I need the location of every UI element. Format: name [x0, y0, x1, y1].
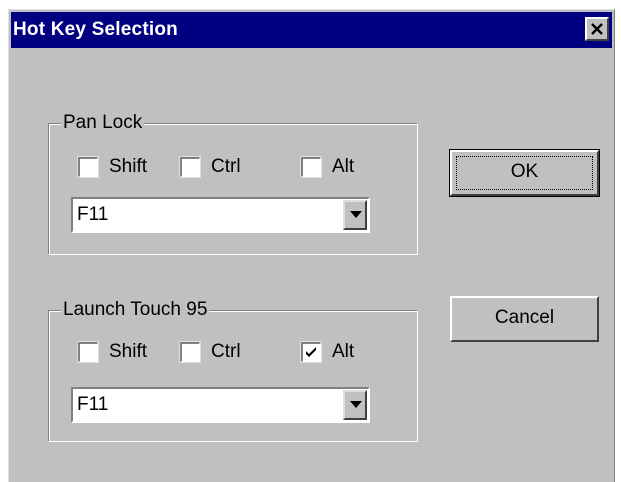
- checkmark-icon: [306, 347, 316, 357]
- cancel-button[interactable]: Cancel: [450, 296, 599, 342]
- pan-lock-shift-checkbox[interactable]: Shift: [77, 156, 168, 179]
- launch-touch-ctrl-checkbox[interactable]: Ctrl: [179, 341, 270, 364]
- pan-lock-key-select[interactable]: F11: [71, 197, 370, 233]
- checkbox-box[interactable]: [179, 156, 201, 178]
- checkbox-label: Alt: [332, 156, 355, 177]
- checkbox-label: Shift: [109, 156, 148, 177]
- hot-key-dialog: Hot Key Selection Pan Lock Shift Ctrl Al…: [8, 9, 615, 482]
- launch-touch-key-select[interactable]: F11: [71, 387, 370, 423]
- pan-lock-group: Pan Lock Shift Ctrl Alt F11: [48, 111, 418, 255]
- pan-lock-alt-checkbox[interactable]: Alt: [300, 156, 381, 179]
- close-button[interactable]: [585, 17, 609, 41]
- pan-lock-legend: Pan Lock: [61, 111, 145, 135]
- checkbox-box[interactable]: [77, 341, 99, 363]
- ok-button[interactable]: OK: [449, 149, 600, 197]
- checkbox-box[interactable]: [300, 156, 322, 178]
- pan-lock-ctrl-checkbox[interactable]: Ctrl: [179, 156, 270, 179]
- checkbox-label: Alt: [332, 341, 355, 362]
- ok-button-label: OK: [510, 161, 539, 182]
- pan-lock-key-value: F11: [77, 204, 109, 225]
- checkbox-label: Shift: [109, 341, 148, 362]
- cancel-button-label: Cancel: [494, 307, 555, 328]
- dialog-title: Hot Key Selection: [13, 19, 178, 40]
- launch-touch-group: Launch Touch 95 Shift Ctrl Alt F11: [48, 298, 418, 442]
- checkbox-label: Ctrl: [211, 156, 241, 177]
- chevron-down-icon: [350, 211, 362, 218]
- checkbox-label: Ctrl: [211, 341, 241, 362]
- launch-touch-dropdown-button[interactable]: [343, 390, 367, 420]
- checkbox-box[interactable]: [179, 341, 201, 363]
- launch-touch-shift-checkbox[interactable]: Shift: [77, 341, 168, 364]
- close-icon: [591, 23, 603, 35]
- chevron-down-icon: [350, 401, 362, 408]
- launch-touch-key-value: F11: [77, 394, 109, 415]
- launch-touch-alt-checkbox[interactable]: Alt: [300, 341, 381, 364]
- checkbox-box[interactable]: [77, 156, 99, 178]
- checkbox-box[interactable]: [300, 341, 322, 363]
- title-bar: Hot Key Selection: [11, 12, 612, 48]
- pan-lock-dropdown-button[interactable]: [343, 200, 367, 230]
- launch-touch-legend: Launch Touch 95: [61, 298, 210, 322]
